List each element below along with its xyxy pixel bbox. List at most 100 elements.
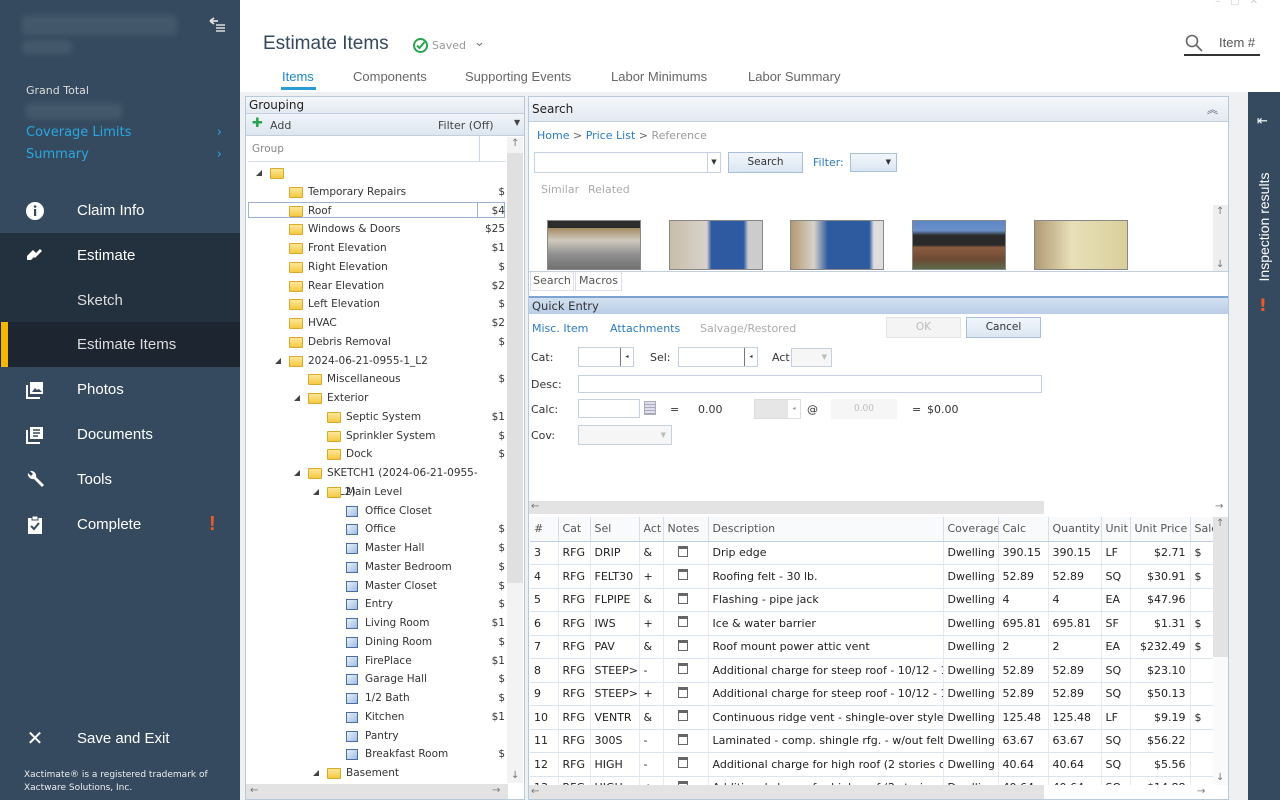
cell[interactable]: 2 (998, 635, 1049, 659)
cell[interactable]: $9.19 (1130, 705, 1191, 730)
cell[interactable]: RFG (558, 658, 591, 683)
cell[interactable]: + (639, 611, 664, 636)
tree-item[interactable]: 2024-06-21-0955-1_L2 (246, 352, 506, 371)
desc-input[interactable] (578, 375, 1042, 393)
expand-triangle-icon[interactable] (294, 395, 300, 401)
calc-input[interactable] (578, 399, 640, 418)
cell[interactable]: 695.81 (1048, 611, 1102, 636)
scroll-down-icon[interactable]: ↓ (1216, 259, 1224, 270)
table-row[interactable]: 10 RFG VENTR & Continuous ridge vent - shing… (530, 705, 1213, 730)
expand-triangle-icon[interactable] (313, 488, 319, 495)
attachments-link[interactable]: Attachments (610, 322, 680, 335)
notes-icon[interactable] (663, 564, 709, 589)
cell[interactable] (1190, 776, 1213, 785)
column-header[interactable]: Notes (663, 517, 709, 542)
tree-item[interactable]: Miscellaneous $ (246, 370, 506, 389)
cell[interactable]: SQ (1101, 729, 1131, 753)
cell[interactable]: EA (1101, 588, 1131, 612)
cell[interactable] (1190, 682, 1213, 706)
scroll-left-icon[interactable]: ← (250, 785, 258, 796)
cell[interactable]: 52.89 (998, 658, 1049, 683)
column-header[interactable]: Sale (1190, 517, 1213, 542)
tree-item[interactable]: Dining Room $ (246, 633, 506, 652)
tree-item[interactable]: Debris Removal $ (246, 333, 506, 352)
item-number-search[interactable]: Item # (1184, 32, 1260, 56)
cell[interactable]: Dwelling (943, 541, 999, 565)
tree-horizontal-scrollbar[interactable]: ← → (246, 784, 508, 799)
tree-item[interactable]: Master Bedroom $ (246, 558, 506, 577)
cell[interactable]: - (639, 752, 664, 777)
cell[interactable]: SF (1101, 611, 1131, 636)
expand-triangle-icon[interactable] (313, 770, 319, 776)
tree-item[interactable]: Office $ (246, 520, 506, 539)
table-top-scrollbar[interactable]: ← → (529, 501, 1223, 514)
cell[interactable]: 52.89 (998, 564, 1049, 589)
cell[interactable]: $1.31 (1130, 611, 1191, 636)
notes-icon[interactable] (663, 752, 709, 777)
macro-thumbnail-bathroom[interactable] (669, 220, 763, 270)
cell[interactable]: IWS (590, 611, 640, 636)
tree-item[interactable]: Kitchen $1 (246, 708, 506, 727)
scroll-thumb[interactable] (529, 785, 1044, 799)
cell[interactable]: Additional charge for steep roof - 10/12… (708, 682, 944, 706)
cell[interactable]: SQ (1101, 776, 1131, 785)
cell[interactable]: & (639, 588, 664, 612)
cell[interactable]: Dwelling (943, 658, 999, 683)
table-vertical-scrollbar[interactable]: ↑ ↓ (1213, 517, 1228, 785)
scroll-up-icon[interactable]: ↑ (1216, 518, 1224, 529)
macro-thumbnail-room[interactable] (790, 220, 884, 270)
sel-input[interactable]: ◂ (678, 347, 758, 367)
cell[interactable]: $30.91 (1130, 564, 1191, 589)
cell[interactable]: 52.89 (998, 682, 1049, 706)
inspection-results-rail[interactable]: ⇤ Inspection results ! (1248, 92, 1280, 800)
cell[interactable]: $ (1190, 564, 1213, 589)
cell[interactable]: RFG (558, 729, 591, 753)
nav-complete[interactable]: Complete ! (0, 502, 240, 547)
cell[interactable]: 695.81 (998, 611, 1049, 636)
cell[interactable]: - (639, 729, 664, 753)
scroll-up-icon[interactable]: ↑ (1216, 206, 1224, 217)
cell[interactable]: Dwelling (943, 635, 999, 659)
cell[interactable] (1190, 729, 1213, 753)
cell[interactable]: SQ (1101, 752, 1131, 777)
cell[interactable]: 9 (530, 682, 559, 706)
arrow-icon[interactable]: ◂ (744, 348, 757, 366)
cell[interactable]: 40.64 (1048, 752, 1102, 777)
tree-item[interactable]: Septic System $1 (246, 408, 506, 427)
cell[interactable]: $23.10 (1130, 658, 1191, 683)
cell[interactable]: 40.64 (998, 776, 1049, 785)
group-column-header[interactable]: Group (248, 136, 506, 162)
breadcrumb-price-list[interactable]: Price List (586, 129, 636, 142)
summary-link[interactable]: Summary › (26, 147, 222, 162)
column-header[interactable]: Cat (558, 517, 591, 542)
cat-input[interactable]: ◂ (578, 347, 634, 367)
macro-thumbnail-house[interactable] (912, 220, 1006, 270)
cell[interactable]: RFG (558, 588, 591, 612)
scroll-up-icon[interactable]: ↑ (511, 138, 519, 149)
tree-item[interactable]: Breakfast Room $ (246, 745, 506, 764)
cell[interactable]: Dwelling (943, 729, 999, 753)
tab-similar[interactable]: Similar (541, 183, 579, 196)
cell[interactable]: RFG (558, 564, 591, 589)
tree-item[interactable]: Rear Elevation $2 (246, 277, 506, 296)
cell[interactable]: Roof mount power attic vent (708, 635, 944, 659)
cell[interactable]: RFG (558, 541, 591, 565)
macro-thumbnail-basement[interactable] (547, 220, 641, 270)
cell[interactable]: 2 (1048, 635, 1102, 659)
cell[interactable]: HIGH (590, 752, 640, 777)
cell[interactable]: Drip edge (708, 541, 944, 565)
cell[interactable]: $14.88 (1130, 776, 1191, 785)
cell[interactable]: SQ (1101, 682, 1131, 706)
cell[interactable]: 3 (530, 541, 559, 565)
notes-icon[interactable] (663, 588, 709, 612)
notepad-icon[interactable] (677, 663, 688, 675)
cell[interactable]: Flashing - pipe jack (708, 588, 944, 612)
chevron-down-icon[interactable]: ⌄ (474, 35, 485, 50)
cell[interactable]: DRIP (590, 541, 640, 565)
tab-components[interactable]: Components (353, 69, 427, 84)
cell[interactable] (1190, 752, 1213, 777)
notepad-icon[interactable] (677, 686, 688, 698)
thumbnail-scrollbar[interactable]: ↑ ↓ (1213, 205, 1228, 271)
cell[interactable]: 4 (530, 564, 559, 589)
tree-item[interactable]: Entry $ (246, 595, 506, 614)
